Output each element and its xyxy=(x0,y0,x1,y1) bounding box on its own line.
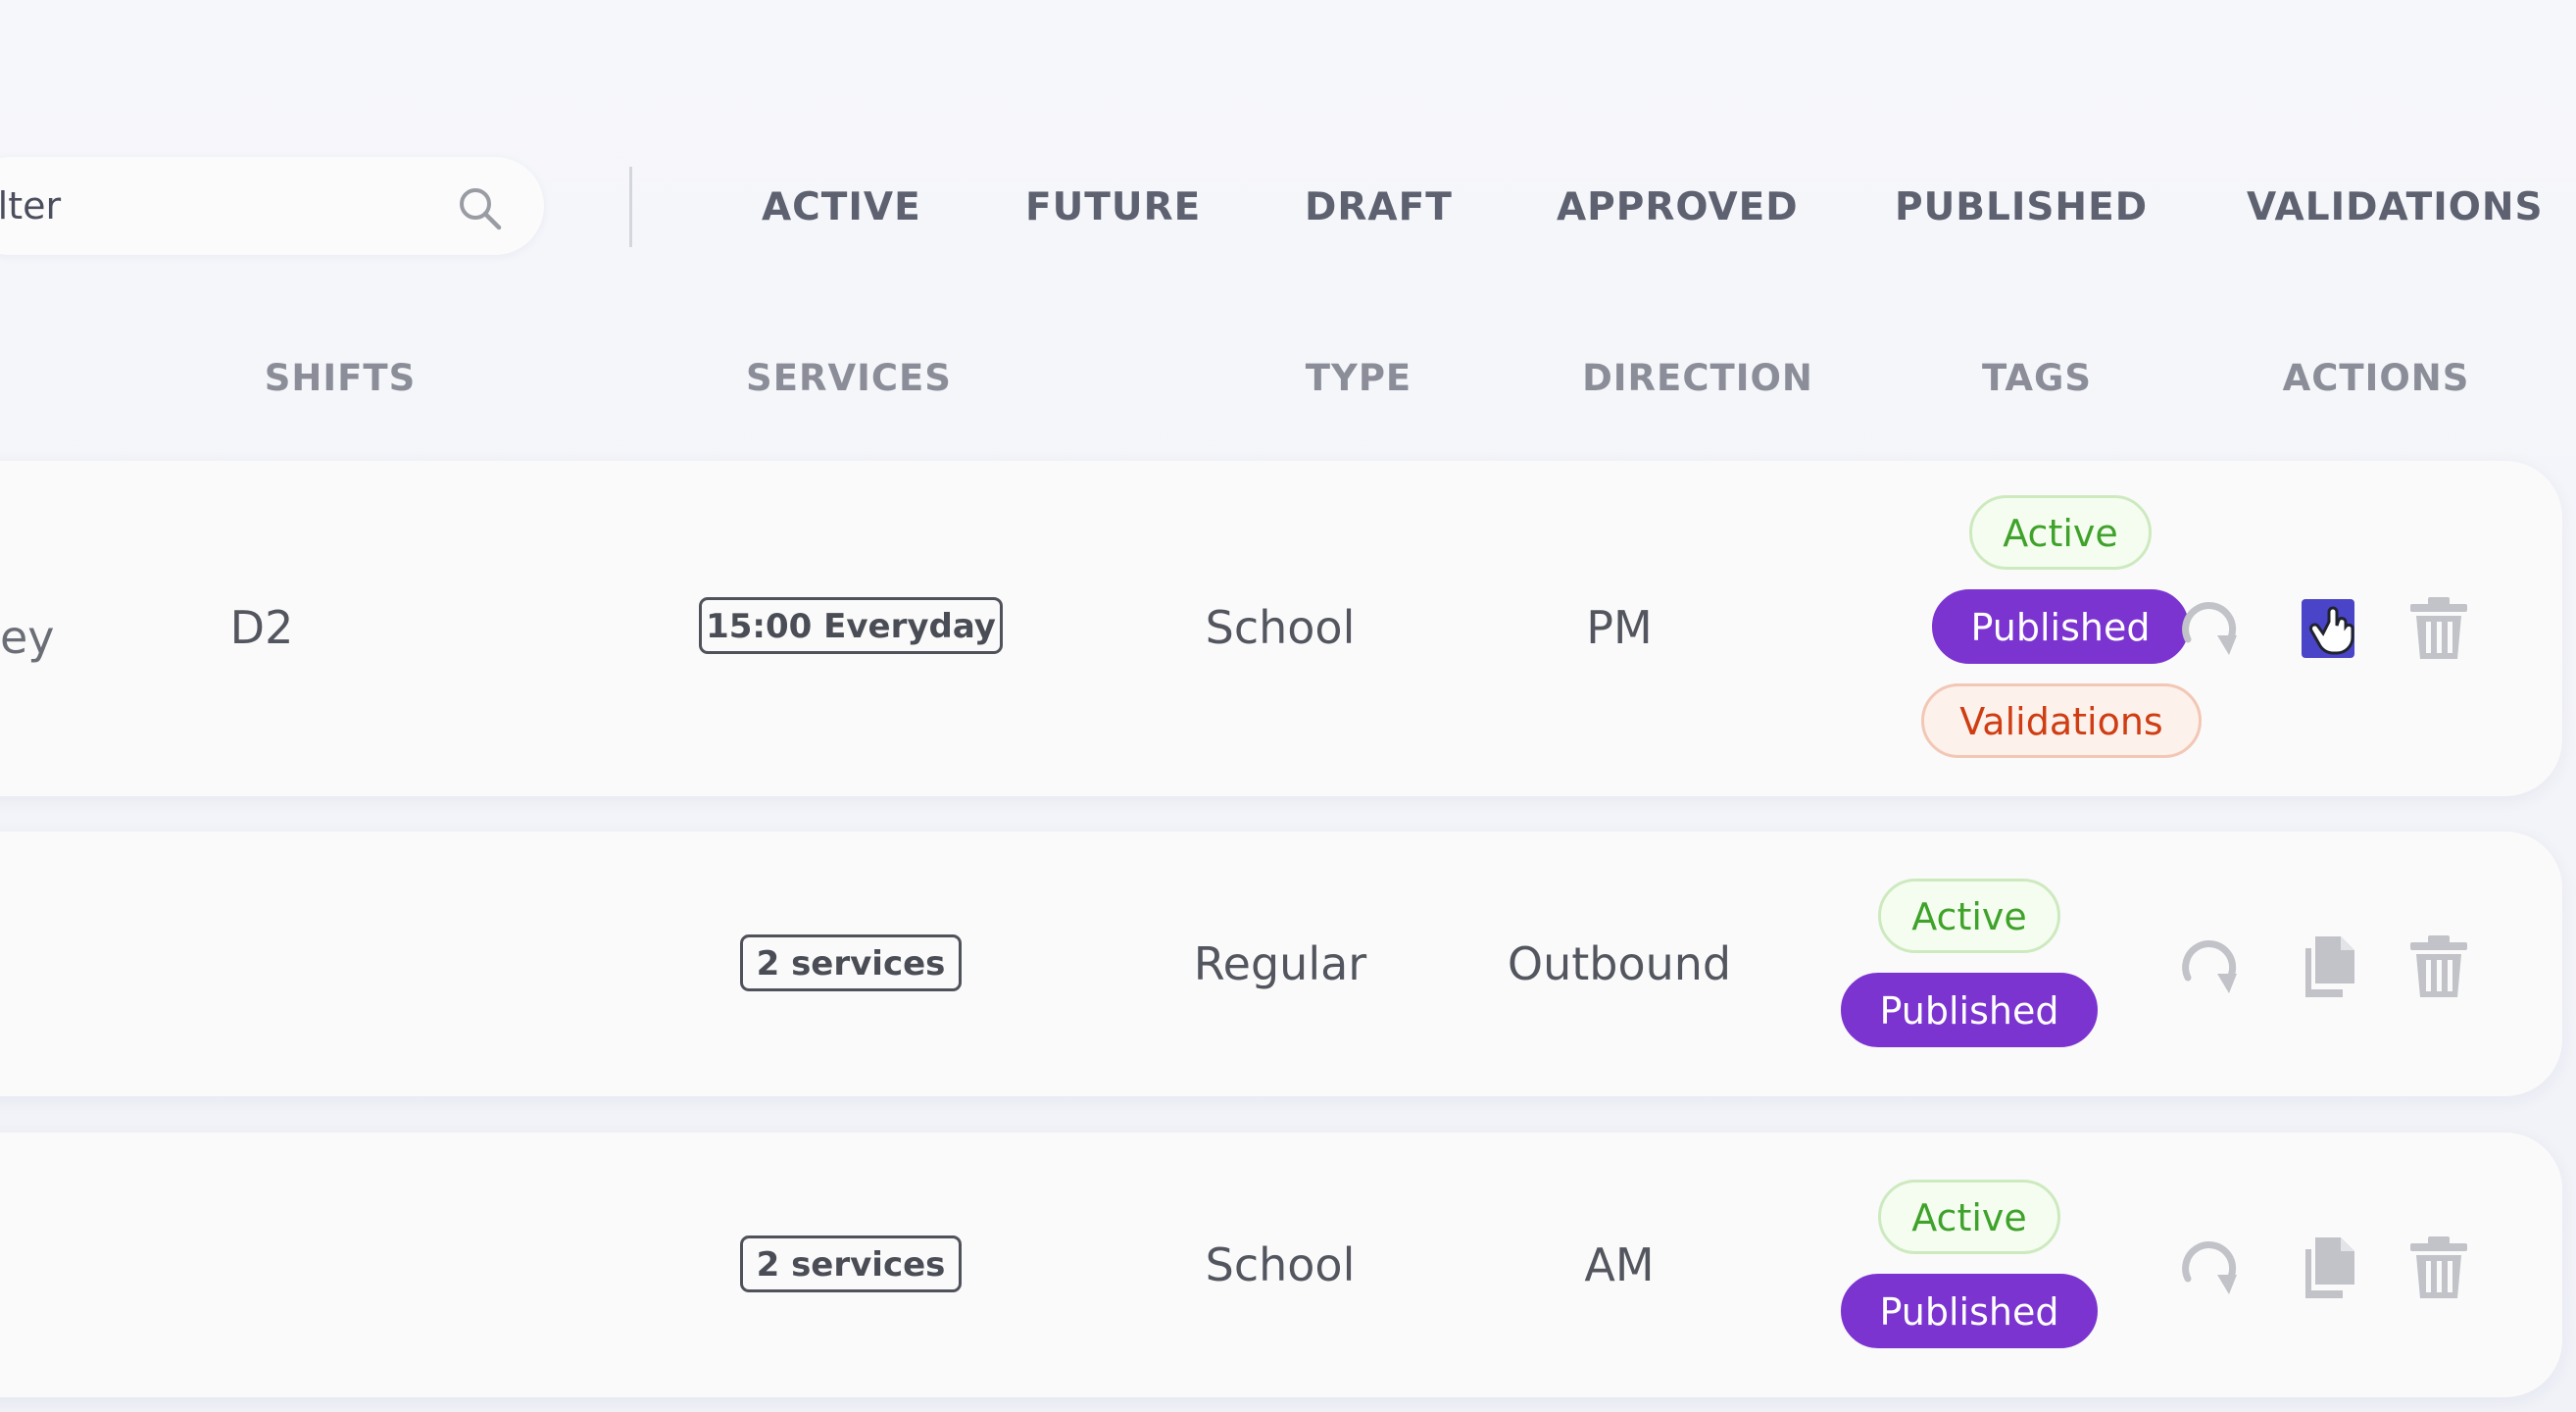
tag-active[interactable]: Active xyxy=(1878,879,2060,953)
column-header-services[interactable]: SERVICES xyxy=(653,349,1045,408)
trash-icon[interactable] xyxy=(2404,594,2473,663)
tag-active[interactable]: Active xyxy=(1878,1180,2060,1254)
direction-cell: PM xyxy=(1586,601,1653,654)
tag-validations[interactable]: Validations xyxy=(1921,683,2202,758)
services-badge[interactable]: 2 services xyxy=(740,934,962,991)
tab-published[interactable]: PUBLISHED xyxy=(1895,178,2148,237)
direction-cell: AM xyxy=(1584,1238,1655,1291)
refresh-icon[interactable] xyxy=(2176,933,2245,1001)
type-cell: School xyxy=(1205,1238,1356,1291)
toolbar-divider xyxy=(629,167,632,247)
copy-icon[interactable] xyxy=(2296,1234,2364,1302)
refresh-icon[interactable] xyxy=(2176,1234,2245,1302)
table-row[interactable]: ey D2 15:00 Everyday School PM Active Pu… xyxy=(0,461,2562,796)
tab-validations[interactable]: VALIDATIONS xyxy=(2247,178,2544,237)
services-badge[interactable]: 2 services xyxy=(740,1236,962,1292)
direction-cell: Outbound xyxy=(1507,937,1732,990)
tab-approved[interactable]: APPROVED xyxy=(1557,178,1799,237)
tag-published[interactable]: Published xyxy=(1932,589,2189,664)
copy-icon[interactable] xyxy=(2296,933,2364,1001)
table-row[interactable]: 2 services Regular Outbound Active Publi… xyxy=(0,832,2562,1096)
routes-screen: ACTIVE FUTURE DRAFT APPROVED PUBLISHED V… xyxy=(0,0,2576,1412)
tag-published[interactable]: Published xyxy=(1841,1274,2098,1348)
column-header-shifts[interactable]: SHIFTS xyxy=(193,349,487,408)
column-header-tags[interactable]: TAGS xyxy=(1890,349,2184,408)
tab-future[interactable]: FUTURE xyxy=(1025,178,1201,237)
shift-cell xyxy=(144,1236,379,1294)
route-name-cell xyxy=(0,1236,118,1294)
route-name-cell xyxy=(0,934,118,993)
table-row[interactable]: 2 services School AM Active Published xyxy=(0,1133,2562,1397)
search-icon[interactable] xyxy=(456,184,503,231)
route-name-cell: ey xyxy=(0,611,55,664)
services-badge[interactable]: 15:00 Everyday xyxy=(699,597,1003,654)
column-header-type[interactable]: TYPE xyxy=(1212,349,1506,408)
column-header-direction[interactable]: DIRECTION xyxy=(1502,349,1894,408)
trash-icon[interactable] xyxy=(2404,933,2473,1001)
search-box xyxy=(0,157,544,255)
tag-published[interactable]: Published xyxy=(1841,973,2098,1047)
tab-active[interactable]: ACTIVE xyxy=(762,178,921,237)
type-cell: Regular xyxy=(1193,937,1367,990)
tag-active[interactable]: Active xyxy=(1969,495,2152,570)
shift-cell: D2 xyxy=(229,601,294,654)
refresh-icon[interactable] xyxy=(2176,594,2245,663)
type-cell: School xyxy=(1205,601,1356,654)
tab-draft[interactable]: DRAFT xyxy=(1305,178,1453,237)
copy-icon[interactable] xyxy=(2296,594,2364,663)
trash-icon[interactable] xyxy=(2404,1234,2473,1302)
shift-cell xyxy=(144,934,379,993)
column-header-actions: ACTIONS xyxy=(2282,357,2470,399)
search-input[interactable] xyxy=(0,157,392,255)
